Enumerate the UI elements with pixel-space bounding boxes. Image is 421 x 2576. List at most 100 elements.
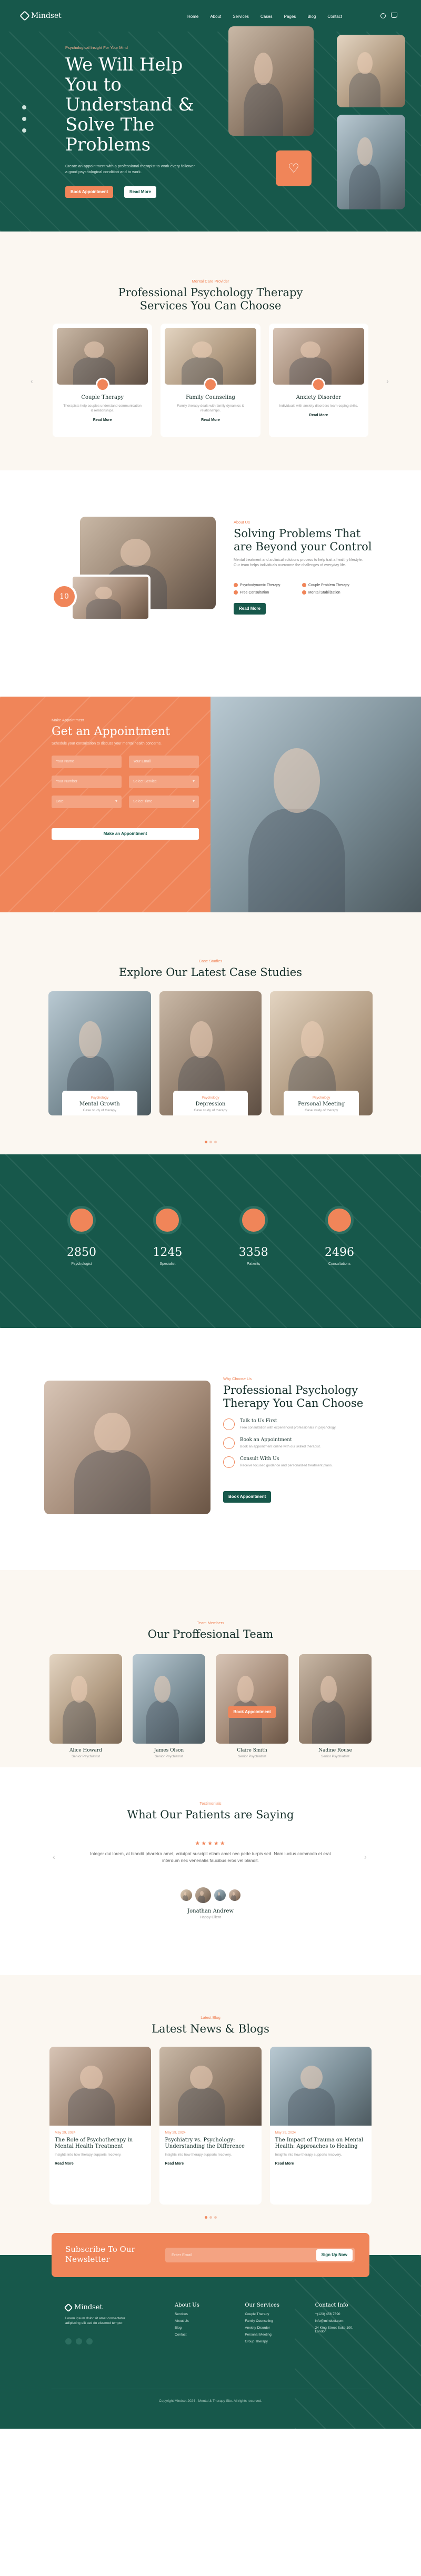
- hero-eyebrow: Psychological Insight For Your Mind: [65, 45, 128, 50]
- team-card[interactable]: Nadine Rouse Senior Psychiatrist: [299, 1654, 372, 1758]
- newsletter-input[interactable]: Enter Email Sign Up Now: [165, 2248, 355, 2262]
- pagination-dot[interactable]: [209, 2216, 212, 2219]
- why-item: Consult With Us Receive focused guidance …: [223, 1456, 370, 1468]
- logo-icon: [64, 2303, 73, 2312]
- facebook-icon[interactable]: [65, 2338, 72, 2344]
- team-book-button[interactable]: Book Appointment: [228, 1706, 276, 1718]
- logo[interactable]: Mindset: [19, 11, 62, 21]
- instagram-icon[interactable]: [22, 128, 26, 133]
- footer-link[interactable]: info@mindset.com: [315, 2319, 364, 2323]
- case-description: Case study of therapy: [194, 1109, 227, 1112]
- footer-link[interactable]: Blog: [175, 2326, 224, 2330]
- team-card[interactable]: Alice Howard Senior Psychiatrist: [49, 1654, 122, 1758]
- read-more-button[interactable]: Read More: [124, 186, 156, 198]
- footer-link[interactable]: +(123) 456 7890: [315, 2312, 364, 2316]
- team-photo: [49, 1654, 122, 1744]
- footer-link[interactable]: Family Counseling: [245, 2319, 294, 2323]
- prev-arrow-icon[interactable]: ‹: [31, 377, 33, 385]
- service-card[interactable]: Couple Therapy Therapists help couples un…: [53, 324, 153, 437]
- avatar[interactable]: [214, 1889, 226, 1901]
- team-photo: [299, 1654, 372, 1744]
- service-description: Therapists help couples understand commu…: [63, 404, 142, 412]
- case-title: Depression: [195, 1101, 226, 1107]
- newsletter-box: Subscribe To Our Newsletter Enter Email …: [52, 2233, 369, 2277]
- service-card[interactable]: Anxiety Disorder Individuals with anxiety…: [268, 324, 368, 437]
- form-field[interactable]: Your Email: [129, 756, 199, 768]
- nav-item[interactable]: Home: [187, 14, 198, 19]
- footer-logo[interactable]: Mindset: [64, 2303, 103, 2312]
- pagination-dot[interactable]: [209, 1141, 212, 1143]
- footer-link[interactable]: Contact: [175, 2333, 224, 2337]
- avatar[interactable]: [229, 1889, 240, 1901]
- nav-item[interactable]: Services: [233, 14, 249, 19]
- book-appointment-button[interactable]: Book Appointment: [65, 186, 114, 198]
- nav-item[interactable]: Cases: [260, 14, 273, 19]
- footer-column-title: Contact Info: [315, 2302, 348, 2308]
- footer-link[interactable]: About Us: [175, 2319, 224, 2323]
- sign-up-button[interactable]: Sign Up Now: [316, 2249, 353, 2261]
- footer-link[interactable]: Group Therapy: [245, 2340, 294, 2343]
- form-field[interactable]: Your Number: [52, 776, 122, 788]
- service-read-more-link[interactable]: Read More: [165, 418, 256, 422]
- nav-item[interactable]: Blog: [307, 14, 316, 19]
- service-read-more-link[interactable]: Read More: [273, 414, 364, 417]
- twitter-icon[interactable]: [76, 2338, 82, 2344]
- footer-link[interactable]: Couple Therapy: [245, 2312, 294, 2316]
- instagram-icon[interactable]: [86, 2338, 93, 2344]
- blog-card[interactable]: May 29, 2024 The Role of Psychotherapy in…: [49, 2047, 152, 2205]
- pagination-dot[interactable]: [214, 1141, 217, 1143]
- experience-badge: 10: [52, 584, 77, 609]
- blog-description: Insights into how therapy supports recov…: [165, 2153, 232, 2157]
- facebook-icon[interactable]: [22, 105, 26, 109]
- blog-read-more-link[interactable]: Read More: [55, 2162, 146, 2166]
- case-card[interactable]: Psychology Personal Meeting Case study of …: [270, 991, 373, 1115]
- prev-arrow-icon[interactable]: ‹: [53, 1853, 55, 1861]
- newsletter-title: Subscribe To Our Newsletter: [65, 2245, 135, 2264]
- hero-image-1: [228, 26, 314, 136]
- case-card[interactable]: Psychology Mental Growth Case study of the…: [48, 991, 151, 1115]
- case-title: Personal Meeting: [298, 1101, 345, 1107]
- form-field[interactable]: Your Name: [52, 756, 122, 768]
- team-card[interactable]: Book Appointment Claire Smith Senior Psych…: [216, 1654, 288, 1758]
- case-category: Psychology: [313, 1096, 330, 1100]
- blog-card[interactable]: May 29, 2024 The Impact of Trauma on Ment…: [269, 2047, 372, 2205]
- blog-title: Psychiatry vs. Psychology: Understanding…: [165, 2137, 245, 2149]
- field-placeholder: Your Name: [56, 760, 74, 763]
- why-book-button[interactable]: Book Appointment: [223, 1491, 272, 1503]
- stat-icon: [239, 1206, 268, 1234]
- nav-item[interactable]: Pages: [284, 14, 296, 19]
- services-section: Mental Care Provider Professional Psycho…: [0, 232, 421, 470]
- appointment-section: Make Appointment Get an Appointment Sche…: [0, 697, 421, 912]
- search-icon[interactable]: [380, 13, 386, 18]
- pagination-dot[interactable]: [204, 2216, 207, 2219]
- pagination-dot[interactable]: [214, 2216, 217, 2219]
- cart-icon[interactable]: [391, 13, 397, 18]
- service-card[interactable]: Family Counseling Family therapy deals wi…: [161, 324, 260, 437]
- footer-link[interactable]: Anxiety Disorder: [245, 2326, 294, 2330]
- footer-link[interactable]: Personal Meeting: [245, 2333, 294, 2337]
- nav-item[interactable]: Contact: [327, 14, 342, 19]
- service-title: Anxiety Disorder: [296, 395, 342, 400]
- avatar[interactable]: [181, 1889, 192, 1901]
- blog-read-more-link[interactable]: Read More: [165, 2162, 256, 2166]
- form-field[interactable]: Date ▾: [52, 796, 122, 808]
- avatar-active[interactable]: [195, 1887, 211, 1903]
- footer-link[interactable]: 24 King Street Suite 100, London: [315, 2326, 364, 2333]
- service-read-more-link[interactable]: Read More: [57, 418, 148, 422]
- twitter-icon[interactable]: [22, 117, 26, 121]
- logo-text: Mindset: [31, 12, 62, 20]
- blog-card[interactable]: May 29, 2024 Psychiatry vs. Psychology: U…: [159, 2047, 262, 2205]
- hero-title: We Will Help You to Understand & Solve T…: [65, 54, 194, 155]
- form-field[interactable]: Select Service ▾: [129, 776, 199, 788]
- form-field[interactable]: Select Time ▾: [129, 796, 199, 808]
- blog-read-more-link[interactable]: Read More: [275, 2162, 366, 2166]
- case-card[interactable]: Psychology Depression Case study of therap…: [159, 991, 262, 1115]
- next-arrow-icon[interactable]: ›: [386, 377, 389, 385]
- pagination-dot[interactable]: [204, 1141, 207, 1143]
- nav-item[interactable]: About: [210, 14, 221, 19]
- next-arrow-icon[interactable]: ›: [364, 1853, 367, 1861]
- make-appointment-button[interactable]: Make an Appointment: [52, 828, 199, 840]
- footer-link[interactable]: Services: [175, 2312, 224, 2316]
- team-card[interactable]: James Olson Senior Psychiatrist: [133, 1654, 205, 1758]
- about-read-more-button[interactable]: Read More: [234, 603, 266, 615]
